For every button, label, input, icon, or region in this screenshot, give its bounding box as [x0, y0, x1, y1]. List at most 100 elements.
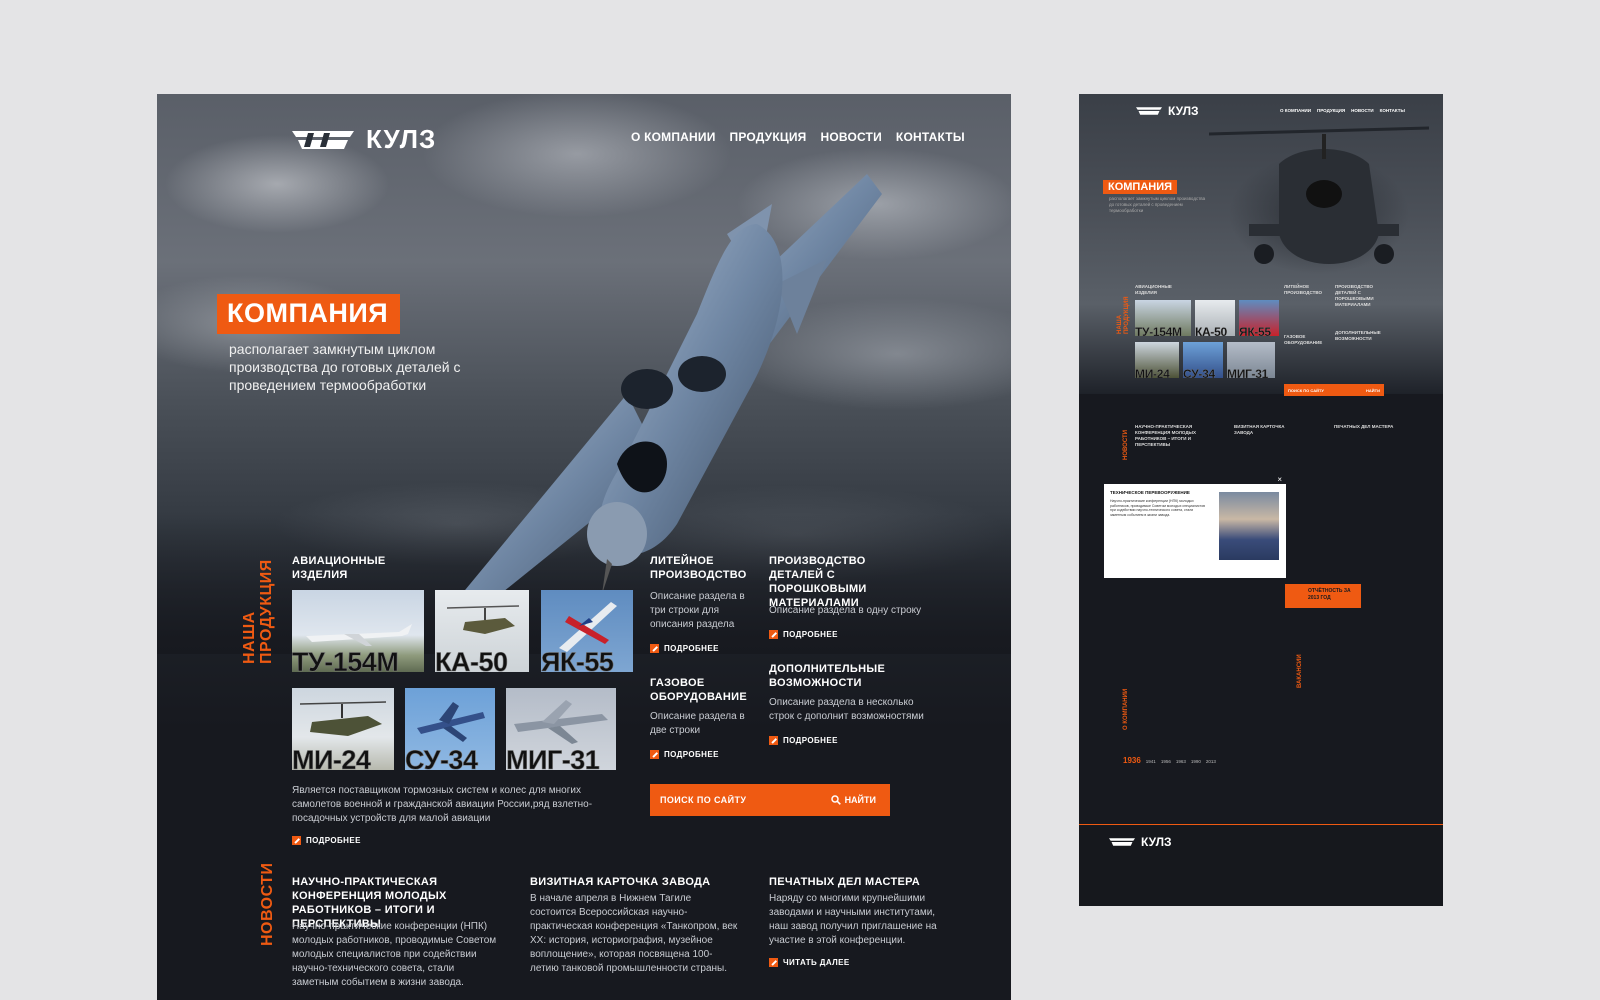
nav-contacts[interactable]: КОНТАКТЫ — [1380, 108, 1405, 113]
main-nav: О КОМПАНИИ ПРОДУКЦИЯ НОВОСТИ КОНТАКТЫ — [1280, 108, 1405, 113]
helicopter-icon — [446, 605, 520, 634]
news-popup: × ТЕХНИЧЕСКОЕ ПЕРЕВООРУЖЕНИЕ Научно-прак… — [1104, 475, 1286, 578]
search-icon — [830, 795, 841, 805]
aviation-title[interactable]: АВИАЦИОННЫЕ ИЗДЕЛИЯ — [292, 554, 402, 582]
thumb-yak55[interactable]: ЯК-55 — [541, 590, 633, 672]
thumb-caption: МИГ-31 — [506, 745, 600, 770]
brand-name: КУЛЗ — [366, 124, 437, 154]
portrait-photo — [1219, 492, 1279, 560]
gas-more-link[interactable]: ПОДРОБНЕЕ — [650, 750, 719, 759]
news-item-title[interactable]: НАУЧНО-ПРАКТИЧЕСКАЯ КОНФЕРЕНЦИЯ МОЛОДЫХ … — [1135, 424, 1225, 448]
brand-name: КУЛЗ — [1141, 835, 1172, 849]
casting-description: Описание раздела в три строки для описан… — [650, 591, 745, 630]
plane-icon — [306, 624, 412, 646]
extra-title[interactable]: ДОПОЛНИТЕЛЬНЫЕ ВОЗМОЖНОСТИ — [1335, 330, 1391, 342]
nav-news[interactable]: НОВОСТИ — [1351, 108, 1374, 113]
search-bar[interactable]: ПОИСК ПО САЙТУ НАЙТИ — [1284, 384, 1384, 396]
thumb-yak55[interactable]: ЯК-55 — [1239, 300, 1279, 336]
brand-name: КУЛЗ — [1168, 104, 1199, 118]
arrow-icon — [292, 836, 301, 845]
thumb-mig31[interactable]: МИГ-31 — [1227, 342, 1275, 378]
extra-more-link[interactable]: ПОДРОБНЕЕ — [769, 736, 838, 745]
aviation-description: Является поставщиком тормозных систем и … — [292, 785, 593, 824]
gas-title[interactable]: ГАЗОВОЕ ОБОРУДОВАНИЕ — [650, 676, 750, 704]
footer: КУЛЗ — [1079, 825, 1443, 906]
thumb-su34[interactable]: СУ-34 — [1183, 342, 1223, 378]
news-item-text: В начале апреля в Нижнем Тагиле состоитс… — [530, 893, 738, 974]
close-icon[interactable]: × — [1277, 475, 1282, 484]
nav-about[interactable]: О КОМПАНИИ — [631, 130, 716, 144]
aviation-title[interactable]: АВИАЦИОННЫЕ ИЗДЕЛИЯ — [1135, 284, 1175, 296]
popup-text: Научно-практические конференции (НПК) мо… — [1110, 499, 1206, 517]
timeline-year[interactable]: 1941 — [1146, 759, 1156, 764]
footer-logo[interactable]: КУЛЗ — [1109, 835, 1172, 849]
about-section-label: О КОМПАНИИ — [1123, 688, 1129, 730]
news-section-label: НОВОСТИ — [259, 862, 276, 946]
main-nav: О КОМПАНИИ ПРОДУКЦИЯ НОВОСТИ КОНТАКТЫ — [631, 130, 965, 144]
nav-contacts[interactable]: КОНТАКТЫ — [896, 130, 965, 144]
vacancies-section-label: ВАКАНСИИ — [1297, 654, 1303, 688]
thumb-caption: КА-50 — [435, 647, 508, 672]
powder-title[interactable]: ПРОИЗВОДСТВО ДЕТАЛЕЙ С ПОРОШКОВЫМИ МАТЕР… — [1335, 284, 1391, 308]
thumb-caption: СУ-34 — [405, 745, 478, 770]
news-item-title[interactable]: ПЕЧАТНЫХ ДЕЛ МАСТЕРА — [1334, 424, 1404, 430]
arrow-icon — [769, 958, 778, 967]
desktop-mockup: КУЛЗ О КОМПАНИИ ПРОДУКЦИЯ НОВОСТИ КОНТАК… — [157, 94, 1011, 1000]
powder-more-link[interactable]: ПОДРОБНЕЕ — [769, 630, 838, 639]
thumb-su34[interactable]: СУ-34 — [405, 688, 495, 770]
thumb-tu154m[interactable]: ТУ-154М — [292, 590, 424, 672]
search-input[interactable] — [660, 795, 810, 805]
hero-subtitle: располагает замкнутым циклом производств… — [1109, 196, 1206, 213]
arrow-icon — [650, 644, 659, 653]
news-item-text: Научно-практические конференции (НПК) мо… — [292, 921, 497, 988]
gas-description: Описание раздела в две строки — [650, 711, 745, 736]
plane-icon — [417, 702, 485, 742]
arrow-icon — [769, 736, 778, 745]
extra-title[interactable]: ДОПОЛНИТЕЛЬНЫЕ ВОЗМОЖНОСТИ — [769, 662, 919, 690]
news-item-title[interactable]: ПЕЧАТНЫХ ДЕЛ МАСТЕРА — [769, 875, 969, 889]
hero-badge: КОМПАНИЯ — [1103, 180, 1178, 194]
thumb-ka50[interactable]: КА-50 — [1195, 300, 1235, 336]
thumb-mig31[interactable]: МИГ-31 — [506, 688, 616, 770]
news-item-title[interactable]: ВИЗИТНАЯ КАРТОЧКА ЗАВОДА — [1234, 424, 1304, 436]
timeline-year[interactable]: 1990 — [1191, 759, 1201, 764]
products-section-label: НАША ПРОДУКЦИЯ — [1117, 296, 1130, 334]
site-logo[interactable]: КУЛЗ — [292, 124, 436, 155]
casting-title[interactable]: ЛИТЕЙНОЕ ПРОИЗВОДСТВО — [1284, 284, 1324, 296]
news-read-more-link[interactable]: ЧИТАТЬ ДАЛЕЕ — [769, 958, 850, 967]
extra-description: Описание раздела в несколько строк с доп… — [769, 697, 924, 722]
nav-news[interactable]: НОВОСТИ — [820, 130, 881, 144]
plane-icon — [514, 700, 608, 744]
news-section-label: НОВОСТИ — [1123, 429, 1129, 460]
gas-title[interactable]: ГАЗОВОЕ ОБОРУДОВАНИЕ — [1284, 334, 1324, 346]
powder-title[interactable]: ПРОИЗВОДСТВО ДЕТАЛЕЙ С ПОРОШКОВЫМИ МАТЕР… — [769, 554, 919, 610]
timeline-year[interactable]: 1936 — [1123, 756, 1141, 765]
uvz-logo-icon — [1136, 107, 1162, 115]
powder-description: Описание раздела в одну строку — [769, 605, 922, 616]
thumb-mi24[interactable]: МИ-24 — [292, 688, 394, 770]
casting-more-link[interactable]: ПОДРОБНЕЕ — [650, 644, 719, 653]
timeline-year[interactable]: 2013 — [1206, 759, 1216, 764]
site-logo[interactable]: КУЛЗ — [1136, 104, 1199, 118]
search-bar: НАЙТИ — [650, 784, 890, 816]
report-2013-button[interactable]: ОТЧЁТНОСТЬ ЗА 2013 ГОД — [1285, 584, 1361, 608]
plane-icon — [559, 602, 617, 652]
uvz-logo-icon — [1109, 838, 1135, 846]
helicopter-illustration — [1209, 126, 1429, 264]
thumb-caption: ЯК-55 — [541, 647, 614, 672]
nav-about[interactable]: О КОМПАНИИ — [1280, 108, 1311, 113]
thumb-caption: ТУ-154М — [292, 647, 399, 672]
search-button[interactable]: НАЙТИ — [830, 795, 876, 805]
aviation-more-link[interactable]: ПОДРОБНЕЕ — [292, 836, 361, 845]
casting-title[interactable]: ЛИТЕЙНОЕ ПРОИЗВОДСТВО — [650, 554, 750, 582]
nav-products[interactable]: ПРОДУКЦИЯ — [1317, 108, 1345, 113]
history-timeline: 1936 1941 1956 1963 1990 2013 — [1123, 756, 1216, 765]
thumb-mi24[interactable]: МИ-24 — [1135, 342, 1179, 378]
nav-products[interactable]: ПРОДУКЦИЯ — [730, 130, 807, 144]
timeline-year[interactable]: 1963 — [1176, 759, 1186, 764]
news-item-title[interactable]: ВИЗИТНАЯ КАРТОЧКА ЗАВОДА — [530, 875, 730, 889]
arrow-icon — [650, 750, 659, 759]
timeline-year[interactable]: 1956 — [1161, 759, 1171, 764]
thumb-tu154m[interactable]: ТУ-154М — [1135, 300, 1191, 336]
thumb-ka50[interactable]: КА-50 — [435, 590, 529, 672]
